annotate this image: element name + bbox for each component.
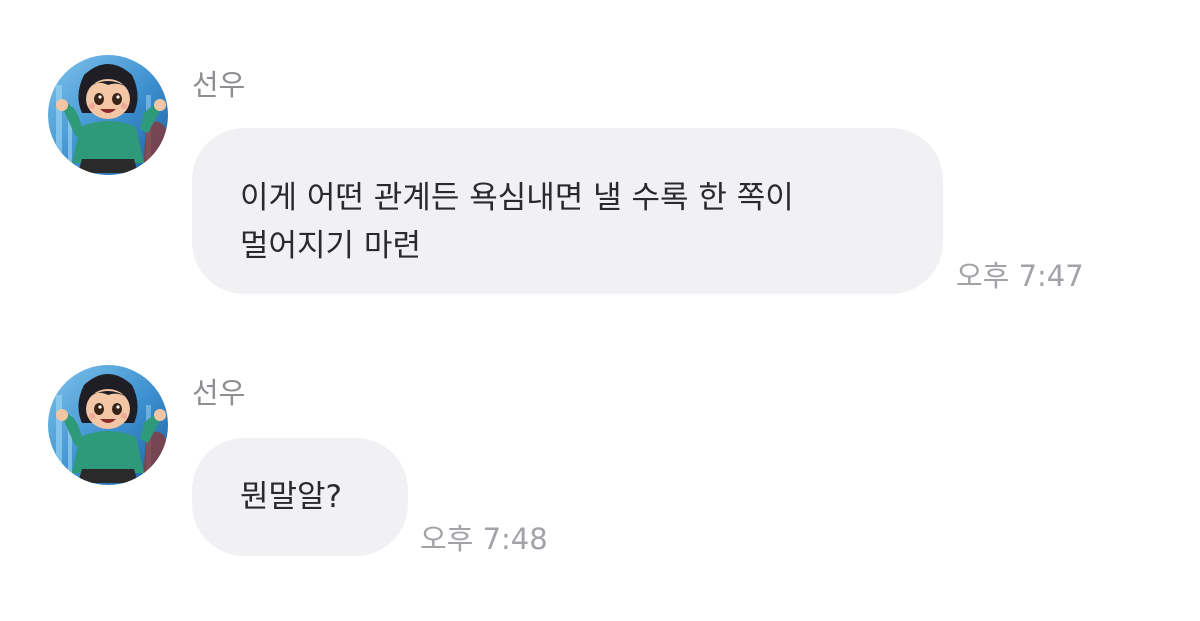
timestamp: 오후 7:47 <box>956 259 1084 293</box>
chat-message: 선우 이게 어떤 관계든 욕심내면 낼 수록 한 쪽이 멀어지기 마련 오후 7… <box>0 0 1200 310</box>
avatar[interactable] <box>48 365 168 485</box>
message-text: 이게 어떤 관계든 욕심내면 낼 수록 한 쪽이 <box>240 180 794 216</box>
avatar[interactable] <box>48 55 168 175</box>
timestamp: 오후 7:48 <box>420 522 548 556</box>
message-bubble[interactable]: 이게 어떤 관계든 욕심내면 낼 수록 한 쪽이 멀어지기 마련 <box>192 128 943 294</box>
sender-name: 선우 <box>192 68 246 102</box>
avatar-image <box>48 365 168 485</box>
chat-message: 선우 뭔말알? 오후 7:48 <box>0 310 1200 621</box>
message-bubble[interactable]: 뭔말알? <box>192 438 408 556</box>
sender-name: 선우 <box>192 376 246 410</box>
message-text: 멀어지기 마련 <box>240 228 421 264</box>
avatar-image <box>48 55 168 175</box>
message-text: 뭔말알? <box>240 479 343 515</box>
